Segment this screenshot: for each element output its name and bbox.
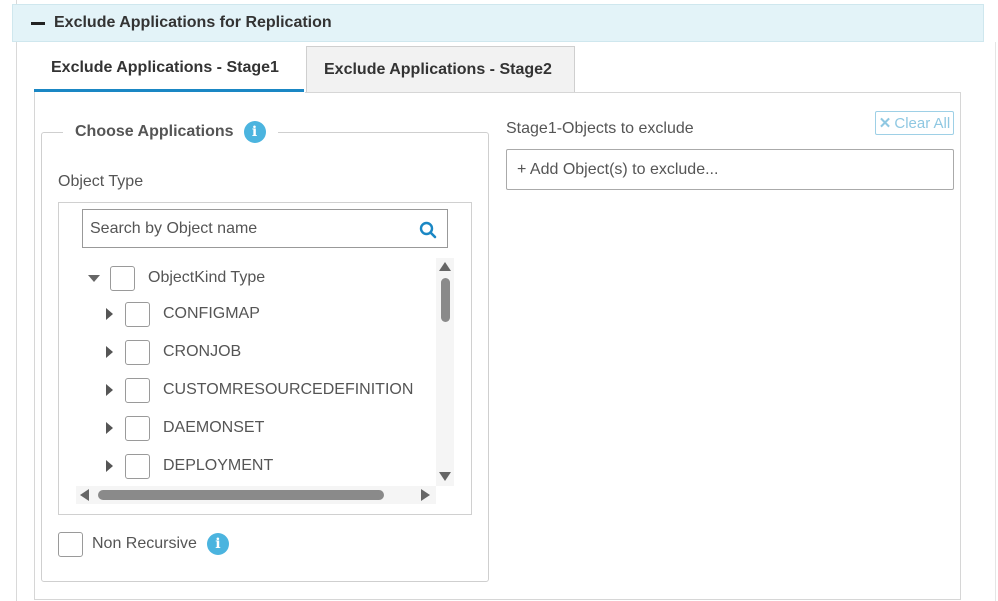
choose-applications-title: Choose Applications [75,123,234,140]
tab-stage2[interactable]: Exclude Applications - Stage2 [306,46,575,92]
tree-item-label: DAEMONSET [163,419,265,436]
chevron-right-icon[interactable] [106,384,113,396]
outer-border-left [16,0,17,601]
object-search-box [82,209,448,248]
tree-item-label: CONFIGMAP [163,305,260,322]
tab-panel-top-border [305,92,961,93]
tree-item-checkbox[interactable] [125,301,150,327]
section-title: Exclude Applications for Replication [54,14,332,31]
scroll-right-arrow-icon[interactable] [421,489,430,501]
tree-item-label: CRONJOB [163,343,242,360]
tab-bar: Exclude Applications - Stage1 Exclude Ap… [34,46,575,92]
tree-item: DAEMONSET [106,415,264,441]
tree-item-checkbox[interactable] [125,415,150,441]
section-header[interactable]: Exclude Applications for Replication [12,4,984,42]
chevron-down-icon[interactable] [88,274,100,282]
search-icon[interactable] [419,221,437,239]
tree-item-label: CUSTOMRESOURCEDEFINITION [163,381,414,398]
add-objects-placeholder: + Add Object(s) to exclude... [517,160,719,178]
outer-border-right [995,42,996,601]
info-icon[interactable]: i [243,121,266,143]
scroll-left-arrow-icon[interactable] [80,489,89,501]
scroll-down-arrow-icon[interactable] [439,472,451,481]
tree-item: DEPLOYMENT [106,453,273,479]
tree-item-label: DEPLOYMENT [163,457,274,474]
tree-root-row: ObjectKind Type [88,265,265,291]
tree-root-checkbox[interactable] [110,265,135,291]
add-objects-input[interactable]: + Add Object(s) to exclude... [506,149,954,190]
clear-all-label: Clear All [894,114,951,132]
tree-item-checkbox[interactable] [125,453,150,479]
non-recursive-row: Non Recursive i [58,531,229,557]
chevron-right-icon[interactable] [106,422,113,434]
chevron-right-icon[interactable] [106,346,113,358]
collapse-icon[interactable] [31,21,45,25]
chevron-right-icon[interactable] [106,460,113,472]
object-type-label: Object Type [58,173,144,190]
non-recursive-checkbox[interactable] [58,531,83,557]
tree-item: CONFIGMAP [106,301,260,327]
tree-root-label: ObjectKind Type [148,269,266,286]
tree-item: CUSTOMRESOURCEDEFINITION [106,377,413,403]
vertical-scroll-thumb[interactable] [441,278,450,322]
choose-applications-legend: Choose Applications i [63,118,278,146]
objects-to-exclude-label: Stage1-Objects to exclude [506,120,694,137]
tree-item-checkbox[interactable] [125,339,150,365]
tab-stage1[interactable]: Exclude Applications - Stage1 [34,46,304,92]
object-search-input[interactable] [83,210,413,247]
chevron-right-icon[interactable] [106,308,113,320]
scroll-up-arrow-icon[interactable] [439,262,451,271]
tree-item: CRONJOB [106,339,241,365]
non-recursive-label: Non Recursive [92,535,197,552]
close-icon: ✕ [878,115,892,132]
horizontal-scroll-thumb[interactable] [98,490,384,500]
clear-all-button[interactable]: ✕ Clear All [875,111,954,135]
info-icon[interactable]: i [206,533,229,555]
tree-item-checkbox[interactable] [125,377,150,403]
